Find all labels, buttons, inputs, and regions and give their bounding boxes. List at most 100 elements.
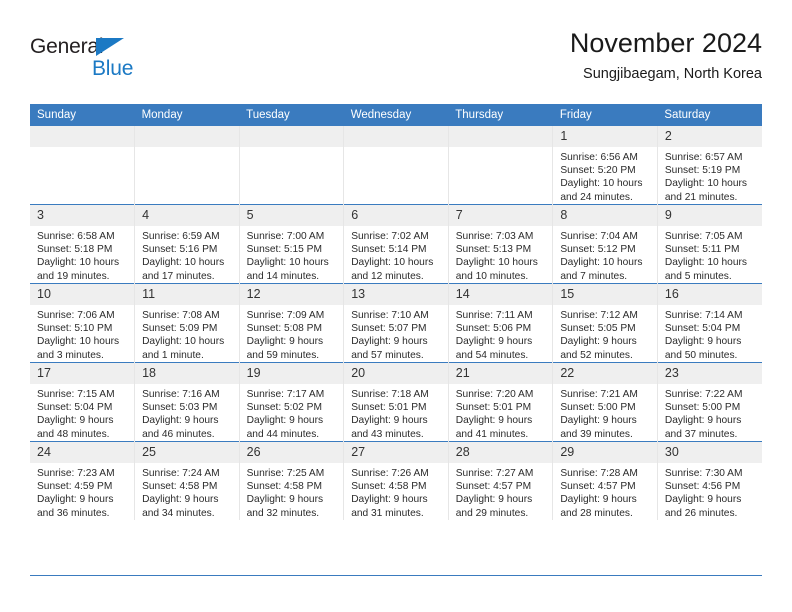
daylight-duration-line1: Daylight: 9 hours (455, 336, 533, 348)
calendar-day-cell[interactable]: 26 Sunrise: 7:25 AM Sunset: 4:58 PM Dayligh… (238, 441, 345, 520)
calendar-day-cell[interactable]: 30 Sunrise: 7:30 AM Sunset: 4:56 PM Dayligh… (656, 441, 762, 520)
daylight-duration-line1: Daylight: 9 hours (246, 415, 324, 427)
day-sun-info: Sunrise: 7:08 AM Sunset: 5:09 PM Daylight:… (135, 305, 239, 362)
page-title: November 2024 (569, 28, 762, 58)
calendar-day-cell[interactable]: 20 Sunrise: 7:18 AM Sunset: 5:01 PM Dayligh… (343, 362, 449, 442)
calendar-day-cell[interactable]: 27 Sunrise: 7:26 AM Sunset: 4:58 PM Dayligh… (343, 441, 449, 520)
daylight-duration-line2: and 54 minutes. (455, 349, 529, 361)
calendar-day-cell[interactable]: 17 Sunrise: 7:15 AM Sunset: 5:04 PM Dayligh… (30, 362, 136, 442)
calendar-day-cell[interactable]: 16 Sunrise: 7:14 AM Sunset: 5:04 PM Dayligh… (656, 283, 762, 363)
daylight-duration-line1: Daylight: 9 hours (142, 494, 219, 506)
calendar-day-cell[interactable]: 9 Sunrise: 7:05 AM Sunset: 5:11 PM Daylight… (656, 204, 762, 284)
calendar-day-cell[interactable]: 3 Sunrise: 6:58 AM Sunset: 5:18 PM Daylight… (30, 204, 136, 284)
sunset-time: Sunset: 5:13 PM (455, 244, 532, 256)
calendar-week-row: 3 Sunrise: 6:58 AM Sunset: 5:18 PM Daylight… (30, 204, 762, 284)
calendar-week-row: 24 Sunrise: 7:23 AM Sunset: 4:59 PM Dayligh… (30, 441, 762, 520)
daylight-duration-line2: and 43 minutes. (351, 428, 424, 440)
weekday-header-saturday: Saturday (657, 104, 762, 126)
day-sun-info: Sunrise: 7:11 AM Sunset: 5:06 PM Daylight:… (449, 305, 553, 362)
day-sun-info: Sunrise: 6:59 AM Sunset: 5:16 PM Daylight:… (135, 226, 239, 283)
calendar-day-cell[interactable]: 6 Sunrise: 7:02 AM Sunset: 5:14 PM Daylight… (343, 204, 449, 284)
weekday-header-friday: Friday (552, 104, 658, 126)
daylight-duration-line1: Daylight: 9 hours (351, 415, 428, 427)
calendar-day-cell[interactable]: 21 Sunrise: 7:20 AM Sunset: 5:01 PM Dayligh… (447, 362, 554, 442)
day-sun-info: Sunrise: 7:25 AM Sunset: 4:58 PM Daylight:… (240, 463, 344, 520)
calendar-day-cell[interactable]: 4 Sunrise: 6:59 AM Sunset: 5:16 PM Daylight… (134, 204, 240, 284)
daylight-duration-line1: Daylight: 9 hours (455, 415, 533, 427)
calendar-day-cell[interactable]: 19 Sunrise: 7:17 AM Sunset: 5:02 PM Dayligh… (238, 362, 345, 442)
sunrise-time: Sunrise: 7:26 AM (351, 468, 429, 479)
sunrise-time: Sunrise: 7:27 AM (455, 468, 534, 479)
sunrise-time: Sunrise: 7:17 AM (246, 389, 325, 400)
daylight-duration-line2: and 44 minutes. (246, 428, 320, 440)
calendar-day-cell[interactable]: 25 Sunrise: 7:24 AM Sunset: 4:58 PM Dayligh… (134, 441, 240, 520)
sunset-time: Sunset: 4:57 PM (560, 481, 636, 493)
day-sun-info: Sunrise: 7:05 AM Sunset: 5:11 PM Daylight:… (658, 226, 762, 283)
daylight-duration-line2: and 10 minutes. (455, 270, 529, 282)
sunrise-time: Sunrise: 7:04 AM (560, 231, 638, 242)
day-sun-info: Sunrise: 6:56 AM Sunset: 5:20 PM Daylight:… (553, 147, 657, 204)
calendar-day-cell[interactable]: 24 Sunrise: 7:23 AM Sunset: 4:59 PM Dayligh… (30, 441, 136, 520)
daylight-duration-line2: and 5 minutes. (664, 270, 732, 282)
sunrise-time: Sunrise: 7:00 AM (246, 231, 325, 242)
calendar-day-cell[interactable]: 7 Sunrise: 7:03 AM Sunset: 5:13 PM Daylight… (447, 204, 554, 284)
day-sun-info: Sunrise: 7:21 AM Sunset: 5:00 PM Daylight:… (553, 384, 657, 441)
day-sun-info: Sunrise: 7:14 AM Sunset: 5:04 PM Daylight:… (658, 305, 762, 362)
day-sun-info: Sunrise: 7:20 AM Sunset: 5:01 PM Daylight:… (449, 384, 553, 441)
day-number (448, 126, 553, 147)
daylight-duration-line2: and 12 minutes. (351, 270, 424, 282)
sunset-time: Sunset: 5:12 PM (560, 244, 636, 256)
calendar-day-cell[interactable]: 12 Sunrise: 7:09 AM Sunset: 5:08 PM Dayligh… (238, 283, 345, 363)
sunrise-time: Sunrise: 6:58 AM (37, 231, 115, 242)
sunset-time: Sunset: 5:10 PM (37, 323, 113, 335)
day-sun-info: Sunrise: 7:18 AM Sunset: 5:01 PM Daylight:… (344, 384, 448, 441)
daylight-duration-line1: Daylight: 10 hours (142, 257, 225, 269)
calendar-day-cell[interactable]: 1 Sunrise: 6:56 AM Sunset: 5:20 PM Daylight… (552, 126, 658, 205)
day-sun-info: Sunrise: 7:30 AM Sunset: 4:56 PM Daylight:… (658, 463, 762, 520)
day-sun-info: Sunrise: 7:24 AM Sunset: 4:58 PM Daylight:… (135, 463, 239, 520)
calendar-day-cell[interactable]: 5 Sunrise: 7:00 AM Sunset: 5:15 PM Daylight… (238, 204, 345, 284)
daylight-duration-line1: Daylight: 9 hours (455, 494, 533, 506)
calendar-day-cell[interactable]: 14 Sunrise: 7:11 AM Sunset: 5:06 PM Dayligh… (447, 283, 554, 363)
calendar-day-cell[interactable]: 11 Sunrise: 7:08 AM Sunset: 5:09 PM Dayligh… (134, 283, 240, 363)
day-number: 23 (657, 363, 762, 384)
day-number: 1 (553, 126, 657, 147)
sunset-time: Sunset: 5:07 PM (351, 323, 427, 335)
sunrise-time: Sunrise: 7:11 AM (455, 310, 533, 321)
day-sun-info: Sunrise: 7:02 AM Sunset: 5:14 PM Daylight:… (344, 226, 448, 283)
day-number: 5 (239, 205, 344, 226)
day-number: 21 (448, 363, 553, 384)
calendar-day-cell[interactable]: 29 Sunrise: 7:28 AM Sunset: 4:57 PM Dayligh… (552, 441, 658, 520)
logo-triangle-icon (96, 38, 124, 56)
sunset-time: Sunset: 5:02 PM (246, 402, 322, 414)
calendar-day-cell[interactable]: 10 Sunrise: 7:06 AM Sunset: 5:10 PM Dayligh… (30, 283, 136, 363)
daylight-duration-line2: and 24 minutes. (560, 191, 633, 203)
calendar-day-cell[interactable]: 22 Sunrise: 7:21 AM Sunset: 5:00 PM Dayligh… (552, 362, 658, 442)
daylight-duration-line2: and 59 minutes. (246, 349, 320, 361)
sunrise-time: Sunrise: 7:09 AM (246, 310, 325, 321)
daylight-duration-line2: and 3 minutes. (37, 349, 104, 361)
daylight-duration-line1: Daylight: 9 hours (664, 336, 742, 348)
sunrise-time: Sunrise: 7:03 AM (455, 231, 534, 242)
calendar-day-cell[interactable]: 23 Sunrise: 7:22 AM Sunset: 5:00 PM Dayligh… (656, 362, 762, 442)
calendar-day-cell[interactable]: 28 Sunrise: 7:27 AM Sunset: 4:57 PM Dayligh… (447, 441, 554, 520)
calendar-week-row: 10 Sunrise: 7:06 AM Sunset: 5:10 PM Dayligh… (30, 283, 762, 363)
sunset-time: Sunset: 5:00 PM (560, 402, 636, 414)
calendar-day-cell[interactable]: 13 Sunrise: 7:10 AM Sunset: 5:07 PM Dayligh… (343, 283, 449, 363)
calendar-day-cell[interactable]: 8 Sunrise: 7:04 AM Sunset: 5:12 PM Daylight… (552, 204, 658, 284)
calendar-empty-cell (134, 126, 240, 205)
calendar-day-cell[interactable]: 2 Sunrise: 6:57 AM Sunset: 5:19 PM Daylight… (656, 126, 762, 205)
daylight-duration-line2: and 26 minutes. (664, 507, 738, 519)
calendar-day-cell[interactable]: 15 Sunrise: 7:12 AM Sunset: 5:05 PM Dayligh… (552, 283, 658, 363)
day-number: 12 (239, 284, 344, 305)
calendar-week-row: 17 Sunrise: 7:15 AM Sunset: 5:04 PM Dayligh… (30, 362, 762, 442)
sunset-time: Sunset: 4:56 PM (664, 481, 741, 493)
day-number: 18 (135, 363, 239, 384)
daylight-duration-line2: and 52 minutes. (560, 349, 633, 361)
day-number: 15 (553, 284, 657, 305)
daylight-duration-line1: Daylight: 9 hours (560, 415, 637, 427)
day-sun-info: Sunrise: 7:15 AM Sunset: 5:04 PM Daylight:… (30, 384, 134, 441)
day-number (239, 126, 344, 147)
calendar-day-cell[interactable]: 18 Sunrise: 7:16 AM Sunset: 5:03 PM Dayligh… (134, 362, 240, 442)
sunrise-time: Sunrise: 7:18 AM (351, 389, 429, 400)
